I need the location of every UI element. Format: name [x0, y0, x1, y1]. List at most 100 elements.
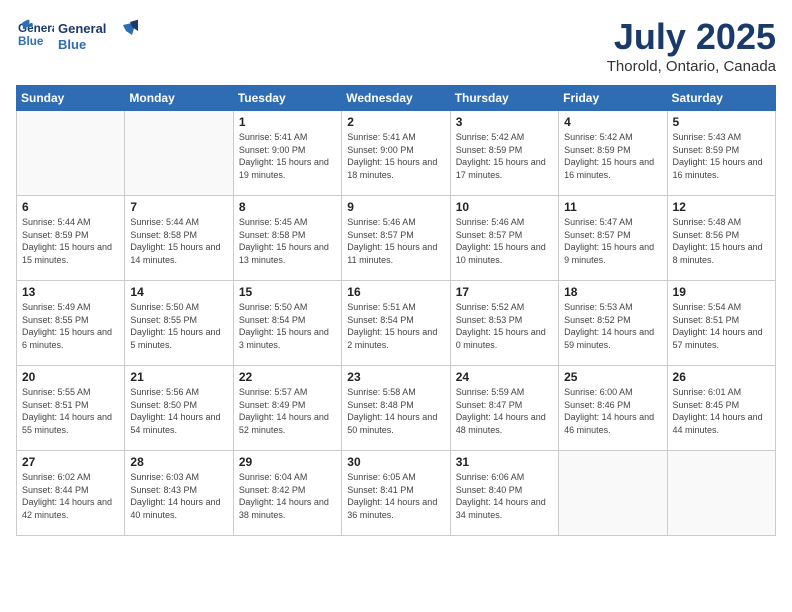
cell-info: Sunrise: 5:41 AMSunset: 9:00 PMDaylight:…: [239, 131, 336, 181]
month-title: July 2025: [607, 16, 776, 58]
calendar-cell: 11 Sunrise: 5:47 AMSunset: 8:57 PMDayligh…: [559, 196, 667, 281]
calendar-cell: 8Sunrise: 5:45 AMSunset: 8:58 PMDaylight…: [233, 196, 341, 281]
cell-info: Sunrise: 5:59 AMSunset: 8:47 PMDaylight:…: [456, 386, 553, 436]
calendar-cell: 16 Sunrise: 5:51 AMSunset: 8:54 PMDayligh…: [342, 281, 450, 366]
day-number: 16: [347, 285, 444, 299]
weekday-sunday: Sunday: [17, 86, 125, 111]
day-number: 10: [456, 200, 553, 214]
weekday-header-row: SundayMondayTuesdayWednesdayThursdayFrid…: [17, 86, 776, 111]
day-number: 22: [239, 370, 336, 384]
day-number: 5: [673, 115, 770, 129]
cell-info: Sunrise: 5:42 AMSunset: 8:59 PMDaylight:…: [456, 131, 553, 181]
svg-text:Blue: Blue: [18, 35, 44, 48]
logo-text-svg: General Blue: [58, 17, 138, 57]
calendar-cell: [667, 451, 775, 536]
calendar-cell: 15 Sunrise: 5:50 AMSunset: 8:54 PMDayligh…: [233, 281, 341, 366]
day-number: 7: [130, 200, 227, 214]
cell-info: Sunrise: 6:06 AMSunset: 8:40 PMDaylight:…: [456, 471, 553, 521]
cell-info: Sunrise: 5:43 AMSunset: 8:59 PMDaylight:…: [673, 131, 770, 181]
day-number: 14: [130, 285, 227, 299]
calendar-cell: 28Sunrise: 6:03 AMSunset: 8:43 PMDayligh…: [125, 451, 233, 536]
calendar-cell: 30Sunrise: 6:05 AMSunset: 8:41 PMDayligh…: [342, 451, 450, 536]
calendar-cell: 7 Sunrise: 5:44 AMSunset: 8:58 PMDaylight…: [125, 196, 233, 281]
cell-info: Sunrise: 5:44 AMSunset: 8:59 PMDaylight:…: [22, 216, 119, 266]
calendar-week-1: 1 Sunrise: 5:41 AMSunset: 9:00 PMDaylight…: [17, 111, 776, 196]
logo-icon: General Blue: [18, 16, 54, 52]
cell-info: Sunrise: 5:42 AMSunset: 8:59 PMDaylight:…: [564, 131, 661, 181]
calendar-cell: [17, 111, 125, 196]
location-title: Thorold, Ontario, Canada: [607, 58, 776, 75]
calendar-cell: 20 Sunrise: 5:55 AMSunset: 8:51 PMDayligh…: [17, 366, 125, 451]
calendar-cell: 3 Sunrise: 5:42 AMSunset: 8:59 PMDaylight…: [450, 111, 558, 196]
cell-info: Sunrise: 6:00 AMSunset: 8:46 PMDaylight:…: [564, 386, 661, 436]
day-number: 31: [456, 455, 553, 469]
calendar-cell: 5 Sunrise: 5:43 AMSunset: 8:59 PMDaylight…: [667, 111, 775, 196]
cell-info: Sunrise: 5:41 AMSunset: 9:00 PMDaylight:…: [347, 131, 444, 181]
day-number: 12: [673, 200, 770, 214]
day-number: 13: [22, 285, 119, 299]
day-number: 30: [347, 455, 444, 469]
day-number: 18: [564, 285, 661, 299]
weekday-saturday: Saturday: [667, 86, 775, 111]
day-number: 8: [239, 200, 336, 214]
calendar-cell: 21 Sunrise: 5:56 AMSunset: 8:50 PMDayligh…: [125, 366, 233, 451]
svg-text:Blue: Blue: [58, 37, 86, 52]
calendar-cell: [559, 451, 667, 536]
day-number: 3: [456, 115, 553, 129]
day-number: 25: [564, 370, 661, 384]
cell-info: Sunrise: 5:46 AMSunset: 8:57 PMDaylight:…: [456, 216, 553, 266]
cell-info: Sunrise: 5:50 AMSunset: 8:55 PMDaylight:…: [130, 301, 227, 351]
weekday-thursday: Thursday: [450, 86, 558, 111]
calendar-cell: 9 Sunrise: 5:46 AMSunset: 8:57 PMDaylight…: [342, 196, 450, 281]
cell-info: Sunrise: 5:50 AMSunset: 8:54 PMDaylight:…: [239, 301, 336, 351]
day-number: 2: [347, 115, 444, 129]
day-number: 29: [239, 455, 336, 469]
day-number: 15: [239, 285, 336, 299]
calendar-cell: 13Sunrise: 5:49 AMSunset: 8:55 PMDayligh…: [17, 281, 125, 366]
calendar-table: SundayMondayTuesdayWednesdayThursdayFrid…: [16, 85, 776, 536]
calendar-cell: 17Sunrise: 5:52 AMSunset: 8:53 PMDayligh…: [450, 281, 558, 366]
calendar-cell: 14 Sunrise: 5:50 AMSunset: 8:55 PMDayligh…: [125, 281, 233, 366]
calendar-cell: 12Sunrise: 5:48 AMSunset: 8:56 PMDayligh…: [667, 196, 775, 281]
calendar-cell: 27Sunrise: 6:02 AMSunset: 8:44 PMDayligh…: [17, 451, 125, 536]
day-number: 23: [347, 370, 444, 384]
day-number: 9: [347, 200, 444, 214]
day-number: 28: [130, 455, 227, 469]
cell-info: Sunrise: 5:51 AMSunset: 8:54 PMDaylight:…: [347, 301, 444, 351]
cell-info: Sunrise: 5:58 AMSunset: 8:48 PMDaylight:…: [347, 386, 444, 436]
weekday-friday: Friday: [559, 86, 667, 111]
day-number: 4: [564, 115, 661, 129]
calendar-cell: 6Sunrise: 5:44 AMSunset: 8:59 PMDaylight…: [17, 196, 125, 281]
calendar-week-5: 27Sunrise: 6:02 AMSunset: 8:44 PMDayligh…: [17, 451, 776, 536]
cell-info: Sunrise: 5:47 AMSunset: 8:57 PMDaylight:…: [564, 216, 661, 266]
calendar-cell: 24Sunrise: 5:59 AMSunset: 8:47 PMDayligh…: [450, 366, 558, 451]
cell-info: Sunrise: 5:44 AMSunset: 8:58 PMDaylight:…: [130, 216, 227, 266]
cell-info: Sunrise: 5:53 AMSunset: 8:52 PMDaylight:…: [564, 301, 661, 351]
day-number: 1: [239, 115, 336, 129]
calendar-cell: 1 Sunrise: 5:41 AMSunset: 9:00 PMDaylight…: [233, 111, 341, 196]
calendar-week-4: 20 Sunrise: 5:55 AMSunset: 8:51 PMDayligh…: [17, 366, 776, 451]
day-number: 17: [456, 285, 553, 299]
cell-info: Sunrise: 6:04 AMSunset: 8:42 PMDaylight:…: [239, 471, 336, 521]
calendar-cell: 2 Sunrise: 5:41 AMSunset: 9:00 PMDaylight…: [342, 111, 450, 196]
calendar-cell: 31 Sunrise: 6:06 AMSunset: 8:40 PMDayligh…: [450, 451, 558, 536]
day-number: 27: [22, 455, 119, 469]
cell-info: Sunrise: 5:46 AMSunset: 8:57 PMDaylight:…: [347, 216, 444, 266]
calendar-cell: 18 Sunrise: 5:53 AMSunset: 8:52 PMDayligh…: [559, 281, 667, 366]
cell-info: Sunrise: 5:55 AMSunset: 8:51 PMDaylight:…: [22, 386, 119, 436]
calendar-cell: 22Sunrise: 5:57 AMSunset: 8:49 PMDayligh…: [233, 366, 341, 451]
calendar-cell: 25 Sunrise: 6:00 AMSunset: 8:46 PMDayligh…: [559, 366, 667, 451]
cell-info: Sunrise: 5:56 AMSunset: 8:50 PMDaylight:…: [130, 386, 227, 436]
weekday-monday: Monday: [125, 86, 233, 111]
day-number: 20: [22, 370, 119, 384]
day-number: 21: [130, 370, 227, 384]
day-number: 11: [564, 200, 661, 214]
weekday-wednesday: Wednesday: [342, 86, 450, 111]
day-number: 19: [673, 285, 770, 299]
weekday-tuesday: Tuesday: [233, 86, 341, 111]
calendar-cell: 23 Sunrise: 5:58 AMSunset: 8:48 PMDayligh…: [342, 366, 450, 451]
calendar-cell: 4 Sunrise: 5:42 AMSunset: 8:59 PMDaylight…: [559, 111, 667, 196]
cell-info: Sunrise: 5:54 AMSunset: 8:51 PMDaylight:…: [673, 301, 770, 351]
calendar-cell: 10 Sunrise: 5:46 AMSunset: 8:57 PMDayligh…: [450, 196, 558, 281]
title-block: July 2025 Thorold, Ontario, Canada: [607, 16, 776, 75]
